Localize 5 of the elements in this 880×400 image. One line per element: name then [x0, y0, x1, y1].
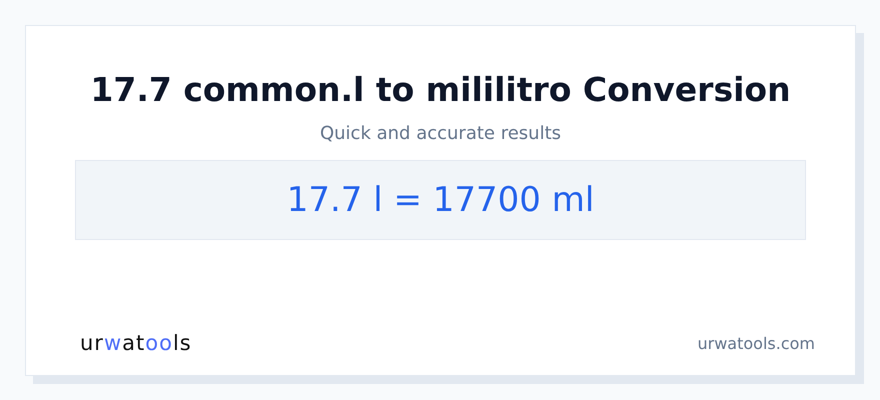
page-title: 17.7 common.l to mililitro Conversion: [90, 70, 791, 109]
conversion-result: 17.7 l = 17700 ml: [286, 180, 594, 220]
logo: urwatools: [80, 331, 192, 355]
subtitle: Quick and accurate results: [320, 123, 562, 144]
site-address: urwatools.com: [698, 334, 815, 352]
